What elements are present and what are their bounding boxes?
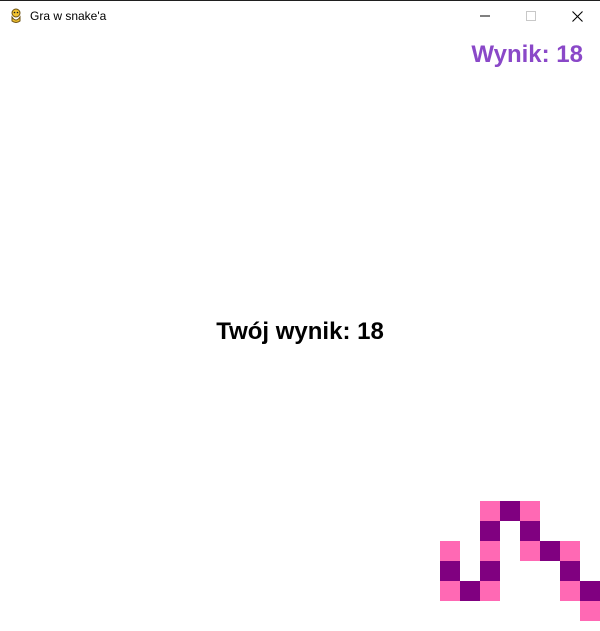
snake-segment xyxy=(480,581,500,601)
snake xyxy=(0,31,600,631)
snake-segment xyxy=(520,541,540,561)
snake-segment xyxy=(440,561,460,581)
snake-segment xyxy=(520,521,540,541)
snake-segment xyxy=(540,541,560,561)
snake-segment xyxy=(480,541,500,561)
title-bar[interactable]: Gra w snake'a xyxy=(0,1,600,31)
close-icon xyxy=(571,10,583,22)
snake-segment xyxy=(480,521,500,541)
snake-segment xyxy=(500,501,520,521)
game-window: Gra w snake'a Wynik: 18 Twój wynik: 18 xyxy=(0,0,600,631)
snake-segment xyxy=(440,541,460,561)
snake-segment xyxy=(440,581,460,601)
snake-segment xyxy=(480,501,500,521)
python-snake-icon xyxy=(8,8,24,24)
minimize-button[interactable] xyxy=(462,1,508,31)
window-title: Gra w snake'a xyxy=(30,9,107,23)
snake-head-segment xyxy=(580,601,600,621)
snake-segment xyxy=(580,581,600,601)
maximize-button[interactable] xyxy=(508,1,554,31)
snake-segment xyxy=(460,581,480,601)
snake-segment xyxy=(520,501,540,521)
maximize-icon xyxy=(526,11,536,21)
close-button[interactable] xyxy=(554,1,600,31)
snake-segment xyxy=(560,541,580,561)
minimize-icon xyxy=(480,15,490,17)
snake-segment xyxy=(560,581,580,601)
snake-segment xyxy=(560,561,580,581)
snake-segment xyxy=(480,561,500,581)
game-canvas[interactable]: Wynik: 18 Twój wynik: 18 xyxy=(0,31,600,631)
